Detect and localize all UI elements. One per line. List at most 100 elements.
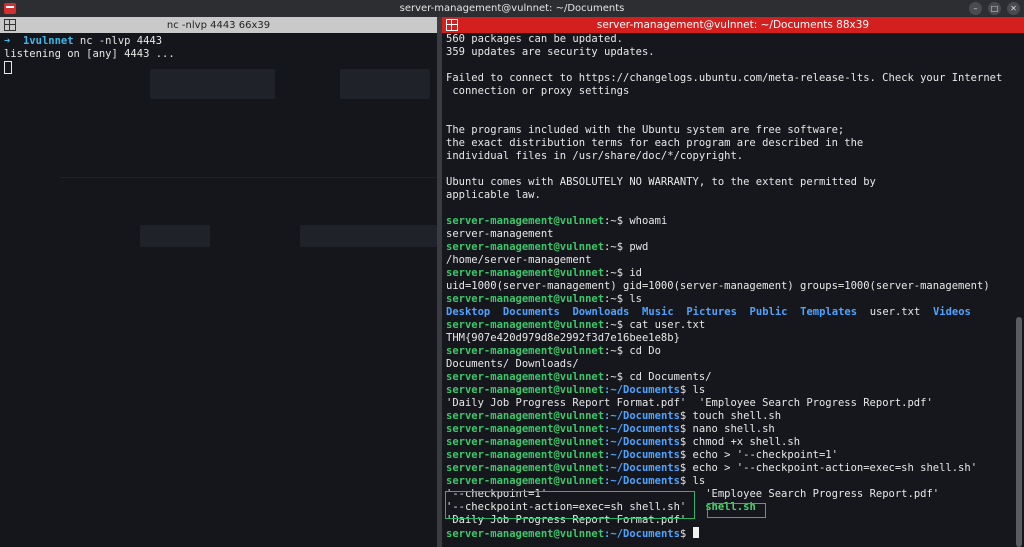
prompt: server-management@vulnnet <box>446 384 605 396</box>
motd-line: 560 packages can be updated. <box>446 33 624 45</box>
command: ls <box>686 475 706 487</box>
command: ls <box>623 293 642 305</box>
command: whoami <box>623 215 668 227</box>
prompt: server-management@vulnnet <box>446 449 605 461</box>
file-user-txt: user.txt <box>869 306 921 318</box>
command: nano shell.sh <box>686 423 775 435</box>
prompt: server-management@vulnnet <box>446 293 605 305</box>
terminal-app-icon <box>4 3 16 14</box>
command: touch shell.sh <box>686 410 782 422</box>
prompt-suffix: :~$ <box>604 267 624 279</box>
left-pane-header: nc -nlvp 4443 66x39 <box>0 17 437 33</box>
command: pwd <box>623 241 649 253</box>
dir-public: Public <box>749 306 788 318</box>
prompt-dir: 1vulnnet <box>22 35 74 47</box>
command: id <box>623 267 642 279</box>
prompt: server-management@vulnnet <box>446 319 605 331</box>
prompt-suffix: :~$ <box>604 319 624 331</box>
split-pane-icon[interactable] <box>446 19 458 31</box>
dir-downloads: Downloads <box>572 306 630 318</box>
prompt: server-management@vulnnet <box>446 267 605 279</box>
dir-videos: Videos <box>932 306 971 318</box>
split-pane-icon[interactable] <box>4 19 16 31</box>
prompt-path: :~/Documents <box>604 528 680 540</box>
highlight-box-shell <box>707 503 766 518</box>
output-flag: THM{907e420d979d8e2992f3d7e16bee1e8b} <box>446 332 680 344</box>
motd-line: The programs included with the Ubuntu sy… <box>446 124 845 136</box>
ghost-divider <box>60 177 437 178</box>
prompt: server-management@vulnnet <box>446 345 605 357</box>
command: echo > '--checkpoint=1' <box>686 449 838 461</box>
window-title: server-management@vulnnet: ~/Documents <box>399 3 625 14</box>
command: ls <box>686 384 706 396</box>
prompt: server-management@vulnnet <box>446 410 605 422</box>
left-output: listening on [any] 4443 ... <box>4 48 175 60</box>
command: chmod +x shell.sh <box>686 436 801 448</box>
left-terminal-output: ➜ 1vulnnet nc -nlvp 4443 listening on [a… <box>4 35 433 75</box>
minimize-button[interactable]: – <box>969 2 982 15</box>
terminal-cursor <box>4 61 12 74</box>
prompt-path: :~/Documents <box>604 436 680 448</box>
dir-pictures: Pictures <box>686 306 737 318</box>
right-pane-title: server-management@vulnnet: ~/Documents 8… <box>596 19 870 31</box>
command: cd Documents/ <box>623 371 712 383</box>
motd-line: connection or proxy settings <box>446 85 630 97</box>
prompt-suffix: :~$ <box>604 371 624 383</box>
prompt: server-management@vulnnet <box>446 475 605 487</box>
dir-desktop: Desktop <box>446 306 491 318</box>
motd-line: Ubuntu comes with ABSOLUTELY NO WARRANTY… <box>446 176 876 188</box>
right-terminal-output: 560 packages can be updated. 359 updates… <box>446 33 1010 541</box>
right-pane-header: server-management@vulnnet: ~/Documents 8… <box>442 17 1024 33</box>
prompt-dollar: $ <box>679 528 687 540</box>
prompt-path: :~/Documents <box>604 423 680 435</box>
file-employee: 'Employee Search Progress Report.pdf' <box>705 488 940 500</box>
prompt: server-management@vulnnet <box>446 371 605 383</box>
prompt-suffix: :~$ <box>604 345 624 357</box>
prompt-suffix: :~$ <box>604 241 624 253</box>
output: uid=1000(server-management) gid=1000(ser… <box>446 280 990 292</box>
ghost-field <box>300 225 437 247</box>
motd-line: 359 updates are security updates. <box>446 46 655 58</box>
prompt: server-management@vulnnet <box>446 528 605 540</box>
prompt-path: :~/Documents <box>604 449 680 461</box>
left-command: nc -nlvp 4443 <box>79 35 163 47</box>
terminal-cursor <box>692 527 699 538</box>
left-terminal-pane[interactable]: nc -nlvp 4443 66x39 ➜ 1vulnnet nc -nlvp … <box>0 17 437 547</box>
highlight-box-checkpoint <box>445 491 695 519</box>
command: cat user.txt <box>623 319 706 331</box>
output: Documents/ Downloads/ <box>446 358 579 370</box>
dir-templates: Templates <box>800 306 858 318</box>
maximize-button[interactable]: □ <box>988 2 1001 15</box>
scrollbar[interactable] <box>1016 317 1022 547</box>
prompt-suffix: :~$ <box>604 215 624 227</box>
dir-music: Music <box>642 306 674 318</box>
motd-line: the exact distribution terms for each pr… <box>446 137 864 149</box>
command: cd Do <box>623 345 661 357</box>
left-pane-title: nc -nlvp 4443 66x39 <box>166 19 271 31</box>
prompt: server-management@vulnnet <box>446 423 605 435</box>
window-controls: – □ ✕ <box>969 2 1020 15</box>
ghost-field <box>140 225 210 247</box>
output: server-management <box>446 228 554 240</box>
motd-line: individual files in /usr/share/doc/*/cop… <box>446 150 744 162</box>
file-daily: 'Daily Job Progress Report Format.pdf' <box>446 397 687 409</box>
prompt: server-management@vulnnet <box>446 215 605 227</box>
prompt: server-management@vulnnet <box>446 241 605 253</box>
prompt: server-management@vulnnet <box>446 436 605 448</box>
command: echo > '--checkpoint-action=exec=sh shel… <box>686 462 978 474</box>
prompt: server-management@vulnnet <box>446 462 605 474</box>
prompt-path: :~/Documents <box>604 475 680 487</box>
output: /home/server-management <box>446 254 592 266</box>
right-terminal-pane[interactable]: server-management@vulnnet: ~/Documents 8… <box>442 17 1024 547</box>
file-employee: 'Employee Search Progress Report.pdf' <box>698 397 933 409</box>
prompt-path: :~/Documents <box>604 462 680 474</box>
motd-line: Failed to connect to https://changelogs.… <box>446 72 1003 84</box>
dir-documents: Documents <box>502 306 560 318</box>
motd-line: applicable law. <box>446 189 541 201</box>
prompt-suffix: :~$ <box>604 293 624 305</box>
close-button[interactable]: ✕ <box>1007 2 1020 15</box>
prompt-arrow: ➜ <box>4 35 11 47</box>
window-titlebar: server-management@vulnnet: ~/Documents –… <box>0 0 1024 17</box>
prompt-path: :~/Documents <box>604 410 680 422</box>
prompt-path: :~/Documents <box>604 384 680 396</box>
